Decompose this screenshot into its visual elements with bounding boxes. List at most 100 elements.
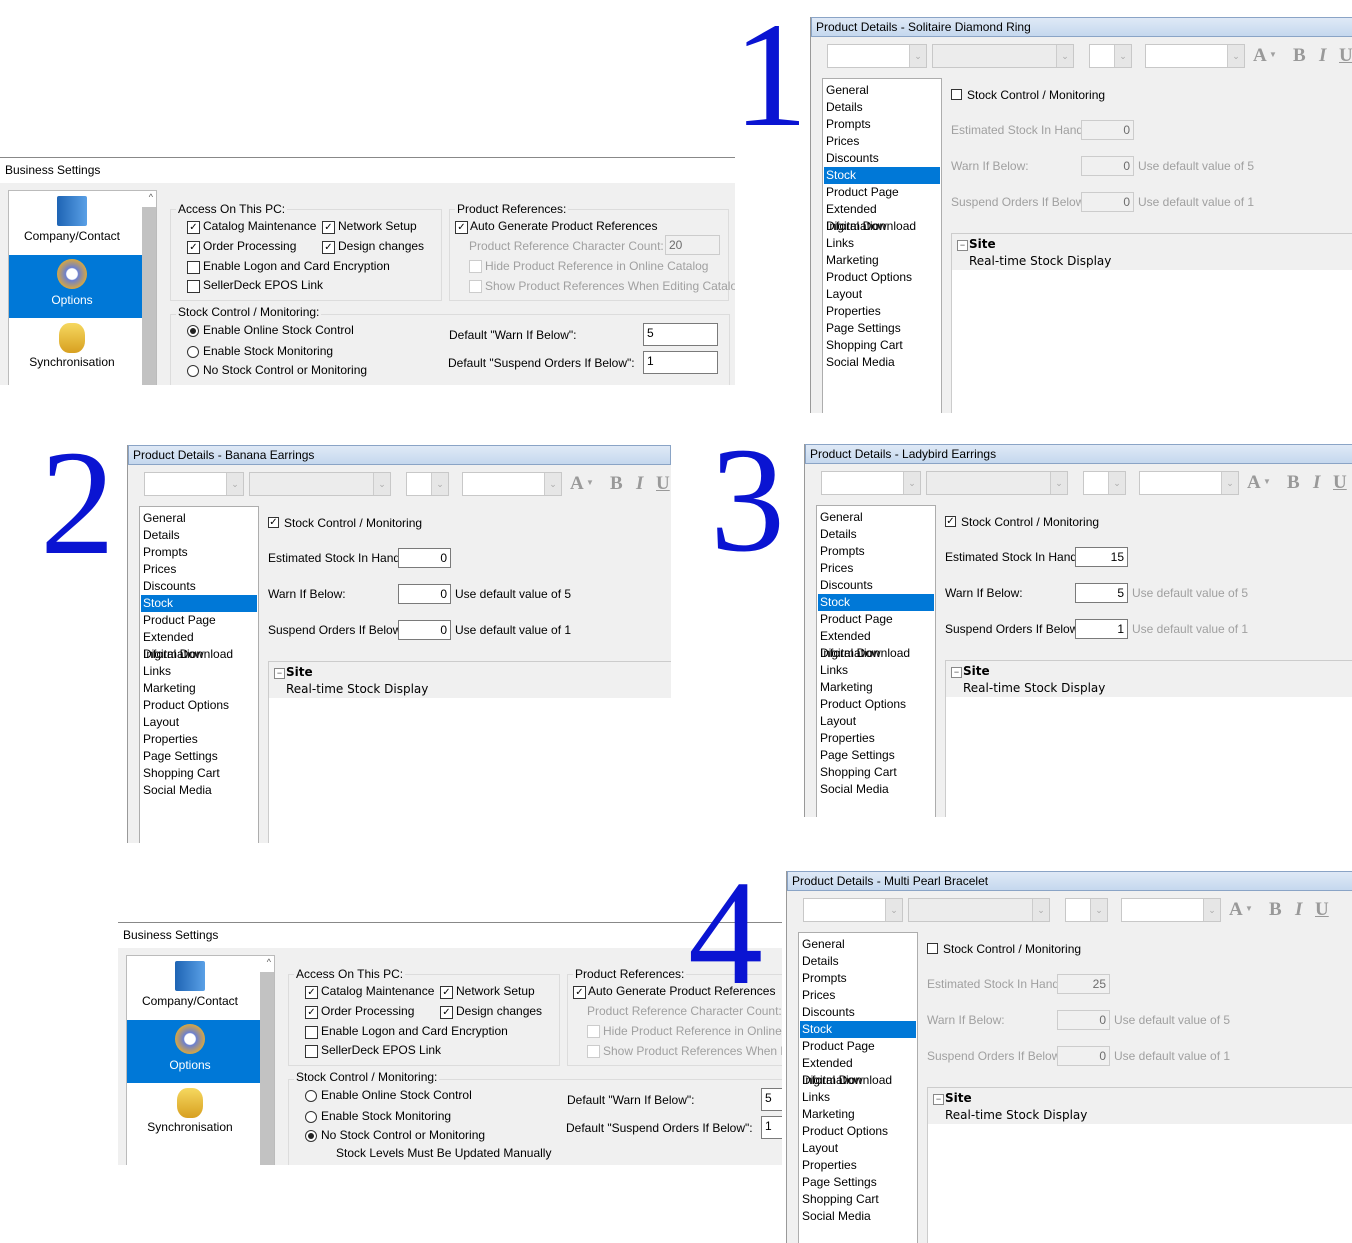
stock-control-checkbox[interactable]: [927, 943, 938, 954]
underline-button[interactable]: U: [1315, 899, 1329, 921]
radio-enable-stock-monitoring[interactable]: [305, 1111, 317, 1123]
site-item-real-time-stock-display[interactable]: Real-time Stock Display: [969, 254, 1111, 268]
style-dropdown[interactable]: ⌄: [932, 44, 1074, 68]
chevron-down-icon[interactable]: ⌄: [1050, 472, 1067, 494]
nav-item-digital-download[interactable]: Digital Download: [800, 1072, 916, 1089]
product-nav-list[interactable]: General Details Prompts Prices Discounts Stoc…: [798, 932, 918, 1243]
nav-item-marketing[interactable]: Marketing: [818, 679, 934, 696]
show-ref-checkbox[interactable]: [587, 1045, 600, 1058]
nav-item-prompts[interactable]: Prompts: [800, 970, 916, 987]
nav-item-product-page[interactable]: Product Page: [800, 1038, 916, 1055]
radio-label[interactable]: No Stock Control or Monitoring: [203, 363, 367, 377]
nav-item-digital-download[interactable]: Digital Download: [824, 218, 940, 235]
building-icon[interactable]: [57, 196, 87, 226]
radio-label[interactable]: No Stock Control or Monitoring: [321, 1128, 485, 1142]
nav-item-product-page[interactable]: Product Page: [141, 612, 257, 629]
checkbox-label[interactable]: SellerDeck EPOS Link: [203, 278, 323, 292]
dropdown-arrow-icon[interactable]: ▼: [586, 478, 594, 487]
nav-item-stock[interactable]: Stock: [141, 595, 257, 612]
style-dropdown[interactable]: ⌄: [908, 898, 1050, 922]
bold-button[interactable]: B: [1269, 899, 1282, 921]
style-dropdown[interactable]: ⌄: [926, 471, 1068, 495]
chevron-down-icon[interactable]: ⌄: [1227, 45, 1244, 67]
checkbox-label[interactable]: Order Processing: [203, 239, 296, 253]
nav-item-details[interactable]: Details: [141, 527, 257, 544]
nav-item-stock[interactable]: Stock: [800, 1021, 916, 1038]
nav-item-shopping-cart[interactable]: Shopping Cart: [800, 1191, 916, 1208]
font-name-dropdown[interactable]: ⌄: [827, 44, 927, 68]
italic-button[interactable]: I: [1313, 472, 1320, 494]
nav-item-general[interactable]: General: [141, 510, 257, 527]
minus-box-icon[interactable]: −: [951, 667, 962, 678]
sidebar-scrollbar[interactable]: [260, 972, 274, 1165]
nav-item-shopping-cart[interactable]: Shopping Cart: [818, 764, 934, 781]
nav-item-details[interactable]: Details: [800, 953, 916, 970]
nav-item-layout[interactable]: Layout: [141, 714, 257, 731]
nav-item-general[interactable]: General: [824, 82, 940, 99]
checkbox-label[interactable]: Catalog Maintenance: [203, 219, 316, 233]
estimated-stock-input[interactable]: 0: [1081, 120, 1134, 140]
nav-item-layout[interactable]: Layout: [800, 1140, 916, 1157]
site-item-real-time-stock-display[interactable]: Real-time Stock Display: [286, 682, 428, 696]
default-warn-input[interactable]: 5: [761, 1088, 782, 1111]
chevron-down-icon[interactable]: ⌄: [1108, 472, 1125, 494]
style-dropdown[interactable]: ⌄: [249, 472, 391, 496]
nav-item-discounts[interactable]: Discounts: [818, 577, 934, 594]
default-warn-input[interactable]: 5: [643, 323, 718, 346]
nav-item-extended-information[interactable]: Extended Information: [824, 201, 940, 233]
nav-item-properties[interactable]: Properties: [800, 1157, 916, 1174]
suspend-orders-if-below-input[interactable]: 0: [1057, 1046, 1110, 1066]
nav-item-properties[interactable]: Properties: [824, 303, 940, 320]
checkbox-label[interactable]: Network Setup: [338, 219, 417, 233]
nav-item-marketing[interactable]: Marketing: [800, 1106, 916, 1123]
radio-no-stock-control-or-monitoring[interactable]: [187, 365, 199, 377]
checkbox-label[interactable]: Enable Logon and Card Encryption: [321, 1024, 508, 1038]
nav-item-discounts[interactable]: Discounts: [824, 150, 940, 167]
checkbox-order-processing[interactable]: ✓: [305, 1006, 318, 1019]
dropdown-arrow-icon[interactable]: ▼: [1269, 50, 1277, 59]
product-nav-list[interactable]: General Details Prompts Prices Discounts Stoc…: [816, 505, 936, 817]
checkbox-network-setup[interactable]: ✓: [440, 986, 453, 999]
radio-label[interactable]: Enable Online Stock Control: [203, 323, 354, 337]
italic-button[interactable]: I: [1295, 899, 1302, 921]
nav-item-prices[interactable]: Prices: [141, 561, 257, 578]
font-name-dropdown[interactable]: ⌄: [144, 472, 244, 496]
nav-item-social-media[interactable]: Social Media: [800, 1208, 916, 1225]
nav-item-page-settings[interactable]: Page Settings: [800, 1174, 916, 1191]
checkbox-sellerdeck-epos-link[interactable]: [305, 1045, 318, 1058]
building-icon[interactable]: [175, 961, 205, 991]
nav-item-product-options[interactable]: Product Options: [141, 697, 257, 714]
underline-button[interactable]: U: [1339, 45, 1352, 67]
database-sync-icon[interactable]: [59, 323, 85, 353]
nav-item-prices[interactable]: Prices: [824, 133, 940, 150]
nav-item-page-settings[interactable]: Page Settings: [818, 747, 934, 764]
nav-item-stock[interactable]: Stock: [818, 594, 934, 611]
default-suspend-input[interactable]: 1: [643, 351, 718, 374]
nav-item-product-options[interactable]: Product Options: [800, 1123, 916, 1140]
radio-label[interactable]: Enable Online Stock Control: [321, 1088, 472, 1102]
nav-item-layout[interactable]: Layout: [818, 713, 934, 730]
nav-item-discounts[interactable]: Discounts: [141, 578, 257, 595]
sidebar-item-company-contact[interactable]: Company/Contact: [9, 229, 135, 243]
checkbox-label[interactable]: SellerDeck EPOS Link: [321, 1043, 441, 1057]
checkbox-label[interactable]: Design changes: [456, 1004, 542, 1018]
nav-item-digital-download[interactable]: Digital Download: [818, 645, 934, 662]
estimated-stock-input[interactable]: 15: [1075, 547, 1128, 567]
italic-button[interactable]: I: [636, 473, 643, 495]
font-name-dropdown[interactable]: ⌄: [803, 898, 903, 922]
italic-button[interactable]: I: [1319, 45, 1326, 67]
nav-item-page-settings[interactable]: Page Settings: [141, 748, 257, 765]
estimated-stock-input[interactable]: 25: [1057, 974, 1110, 994]
nav-item-prices[interactable]: Prices: [800, 987, 916, 1004]
checkbox-catalog-maintenance[interactable]: ✓: [187, 221, 200, 234]
nav-item-digital-download[interactable]: Digital Download: [141, 646, 257, 663]
auto-generate-checkbox[interactable]: ✓: [455, 221, 468, 234]
sidebar-item-synchronisation[interactable]: Synchronisation: [127, 1120, 253, 1134]
auto-generate-checkbox[interactable]: ✓: [573, 986, 586, 999]
color-dropdown[interactable]: ⌄: [1121, 898, 1221, 922]
checkbox-design-changes[interactable]: ✓: [440, 1006, 453, 1019]
chevron-down-icon[interactable]: ⌄: [1114, 45, 1131, 67]
char-count-input[interactable]: 20: [665, 235, 720, 255]
stock-control-checkbox[interactable]: ✓: [268, 517, 279, 528]
checkbox-design-changes[interactable]: ✓: [322, 241, 335, 254]
